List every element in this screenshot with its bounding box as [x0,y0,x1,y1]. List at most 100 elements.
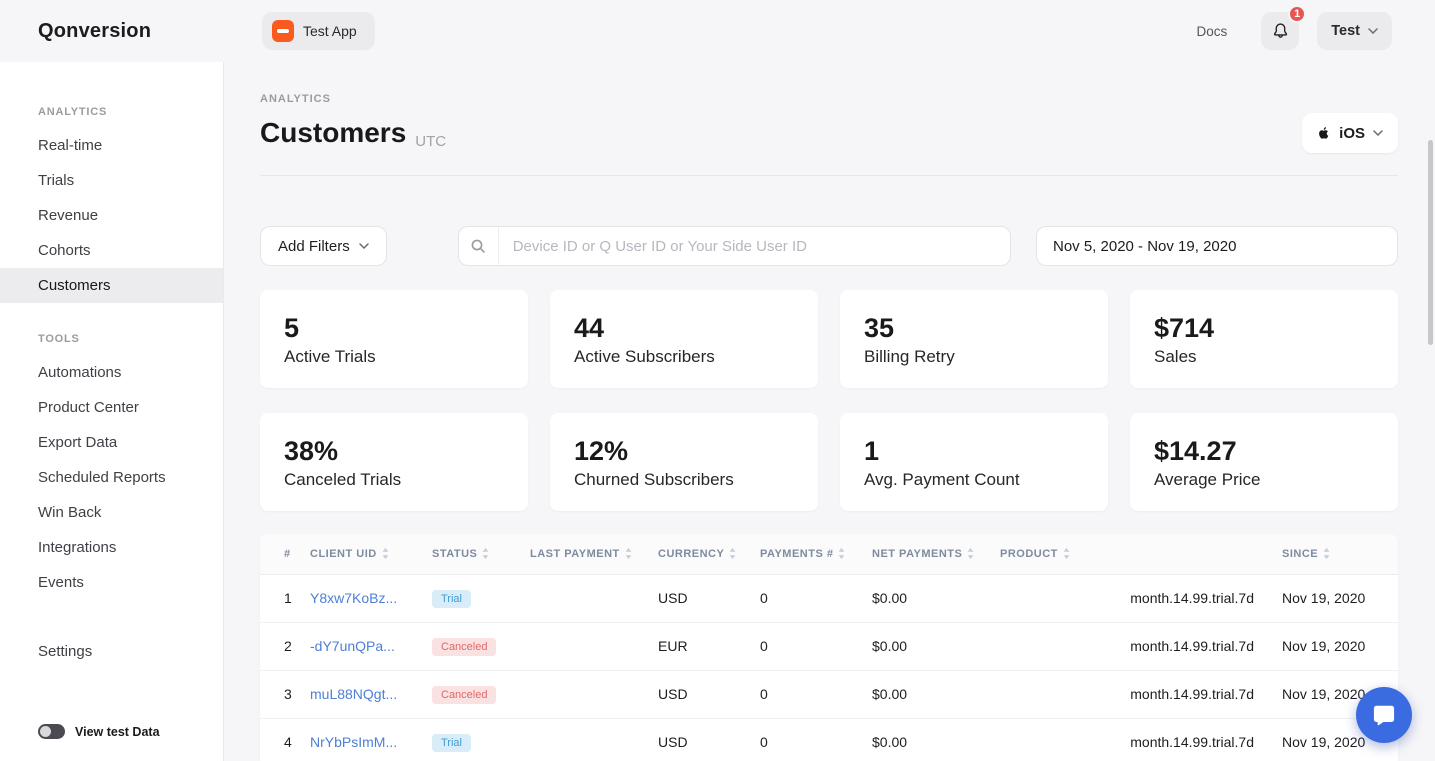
sidebar-item-integrations[interactable]: Integrations [0,530,223,565]
stat-label: Billing Retry [864,347,1084,367]
stat-card-sales: $714 Sales [1130,290,1398,388]
table-header-row: #Client UIDStatusLast PaymentCurrencyPay… [260,534,1398,574]
sidebar-item-win-back[interactable]: Win Back [0,495,223,530]
cell-payments: 0 [760,718,872,761]
table-row[interactable]: 3 muL88NQgt... Canceled USD 0 $0.00 mont… [260,670,1398,718]
notifications-button[interactable]: 1 [1261,12,1299,50]
add-filters-button[interactable]: Add Filters [260,226,387,266]
search-input[interactable] [499,227,1010,265]
date-range-input[interactable] [1036,226,1398,266]
docs-link[interactable]: Docs [1196,24,1227,39]
stat-label: Active Subscribers [574,347,794,367]
cell-net-payments: $0.00 [872,670,1000,718]
sidebar-section: Analytics Real-time Trials Revenue Cohor… [0,106,223,303]
cell-product: month.14.99.trial.7d [1000,622,1282,670]
stat-label: Average Price [1154,470,1374,490]
search-icon [459,227,499,265]
sidebar-section-label: Tools [0,333,223,345]
notification-badge: 1 [1288,5,1306,23]
stat-value: 38% [284,436,504,467]
user-menu-button[interactable]: Test [1317,12,1392,50]
stat-card-average-price: $14.27 Average Price [1130,413,1398,511]
app-selector-button[interactable]: Test App [262,12,375,50]
page-scrollbar[interactable] [1428,140,1433,345]
sidebar-item-real-time[interactable]: Real-time [0,128,223,163]
cell-payments: 0 [760,670,872,718]
cell-product: month.14.99.trial.7d [1000,574,1282,622]
sidebar-item-cohorts[interactable]: Cohorts [0,233,223,268]
stat-card-active-trials: 5 Active Trials [260,290,528,388]
stat-value: 12% [574,436,794,467]
column-header-last-payment[interactable]: Last Payment [530,534,658,574]
topbar: Qonversion Test App Docs 1 Test [0,0,1435,62]
sidebar-item-trials[interactable]: Trials [0,163,223,198]
stat-value: 1 [864,436,1084,467]
apple-icon [1317,125,1331,141]
platform-label: iOS [1339,125,1365,142]
stat-label: Sales [1154,347,1374,367]
user-menu-label: Test [1331,23,1360,39]
column-header-client-uid[interactable]: Client UID [310,534,432,574]
cell-net-payments: $0.00 [872,622,1000,670]
view-test-data-label: View test Data [75,725,160,739]
view-test-data-toggle[interactable] [38,724,65,739]
sidebar-item-events[interactable]: Events [0,565,223,600]
platform-selector-button[interactable]: iOS [1302,113,1398,153]
sidebar-item-automations[interactable]: Automations [0,355,223,390]
cell-net-payments: $0.00 [872,718,1000,761]
table-row[interactable]: 2 -dY7unQPa... Canceled EUR 0 $0.00 mont… [260,622,1398,670]
cell-number: 3 [260,670,310,718]
stat-card-canceled-trials: 38% Canceled Trials [260,413,528,511]
chevron-down-icon [359,243,369,249]
sidebar-item-product-center[interactable]: Product Center [0,390,223,425]
client-uid-link[interactable]: Y8xw7KoBz... [310,590,397,606]
stat-value: 5 [284,313,504,344]
client-uid-link[interactable]: NrYbPsImM... [310,734,397,750]
breadcrumb: Analytics [260,93,1398,105]
stat-label: Churned Subscribers [574,470,794,490]
customers-table-card: #Client UIDStatusLast PaymentCurrencyPay… [260,534,1398,761]
sidebar-item-customers[interactable]: Customers [0,268,223,303]
cell-payments: 0 [760,574,872,622]
chevron-down-icon [1368,28,1378,34]
table-row[interactable]: 4 NrYbPsImM... Trial USD 0 $0.00 month.1… [260,718,1398,761]
sidebar-item-export-data[interactable]: Export Data [0,425,223,460]
stat-card-billing-retry: 35 Billing Retry [840,290,1108,388]
add-filters-label: Add Filters [278,238,350,255]
cell-number: 1 [260,574,310,622]
main-content: Analytics Customers UTC iOS Add Filters [224,62,1435,761]
client-uid-link[interactable]: muL88NQgt... [310,686,397,702]
column-header-product[interactable]: Product [1000,534,1282,574]
app-selector-label: Test App [303,23,357,39]
column-header-payments[interactable]: Payments # [760,534,872,574]
table-row[interactable]: 1 Y8xw7KoBz... Trial USD 0 $0.00 month.1… [260,574,1398,622]
sidebar-item-settings[interactable]: Settings [0,634,223,669]
sidebar-sections: Analytics Real-time Trials Revenue Cohor… [0,106,223,600]
chat-launcher-button[interactable] [1356,687,1412,743]
stat-value: $14.27 [1154,436,1374,467]
stat-label: Active Trials [284,347,504,367]
chat-bubble-icon [1371,702,1397,728]
sidebar-item-scheduled-reports[interactable]: Scheduled Reports [0,460,223,495]
column-header-net-payments[interactable]: Net Payments [872,534,1000,574]
logo: Qonversion [0,20,224,43]
stat-value: 35 [864,313,1084,344]
cell-currency: USD [658,670,760,718]
cell-payments: 0 [760,622,872,670]
app-logo-icon [272,20,294,42]
column-header-currency[interactable]: Currency [658,534,760,574]
column-header-status[interactable]: Status [432,534,530,574]
column-header-since[interactable]: Since [1282,534,1398,574]
client-uid-link[interactable]: -dY7unQPa... [310,638,395,654]
cell-last-payment [530,622,658,670]
cell-number: 2 [260,622,310,670]
cell-last-payment [530,574,658,622]
status-badge: Trial [432,734,471,752]
sidebar-section: Tools Automations Product Center Export … [0,333,223,600]
cell-last-payment [530,718,658,761]
sidebar-item-revenue[interactable]: Revenue [0,198,223,233]
stat-label: Avg. Payment Count [864,470,1084,490]
status-badge: Canceled [432,686,496,704]
chevron-down-icon [1373,130,1383,136]
sidebar-section-label: Analytics [0,106,223,118]
